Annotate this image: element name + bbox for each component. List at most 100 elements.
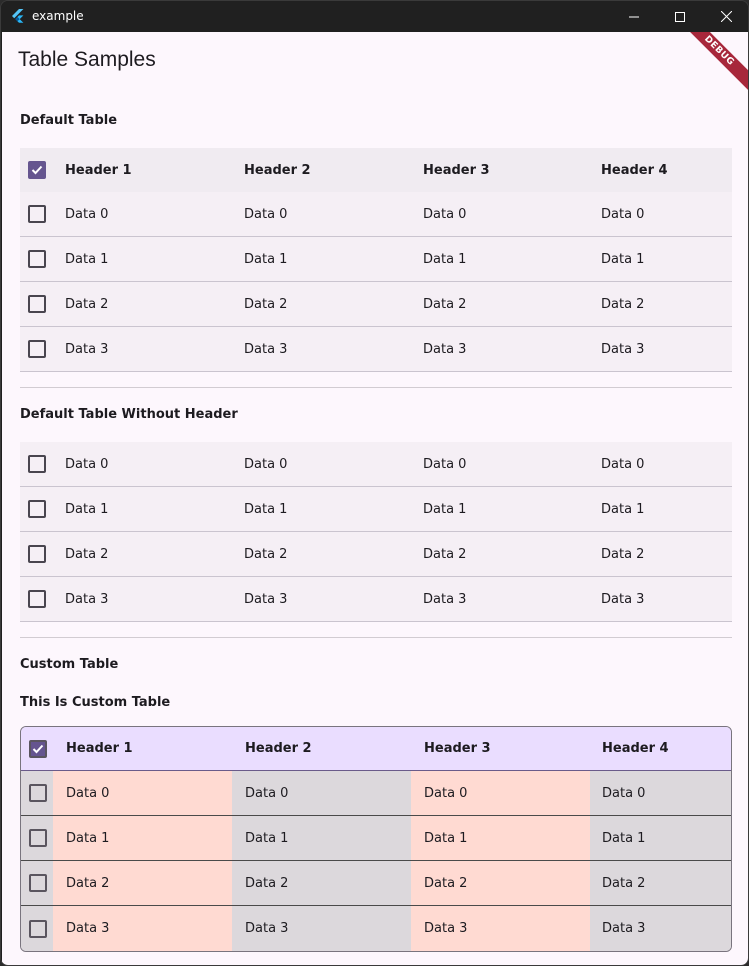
table-cell: Data 1 (423, 251, 467, 267)
row-checkbox[interactable] (29, 919, 47, 938)
table-cell: Data 0 (244, 456, 288, 472)
table-row[interactable]: Data 0 Data 0 Data 0 Data 0 (20, 192, 732, 237)
table-cell: Data 2 (244, 546, 288, 562)
table-cell: Data 1 (65, 501, 109, 517)
table-cell: Data 1 (65, 251, 109, 267)
app-window: example DEBUG Table Samples Default Tabl… (0, 0, 749, 966)
row-checkbox[interactable] (28, 295, 46, 313)
table-cell: Data 3 (601, 341, 645, 357)
table-cell: Data 1 (66, 830, 110, 846)
table-cell: Data 2 (65, 296, 109, 312)
table-row[interactable]: Data 2 Data 2 Data 2 Data 2 (21, 861, 731, 906)
table-cell: Data 2 (423, 296, 467, 312)
maximize-button[interactable] (657, 1, 703, 32)
no-header-table: Data 0 Data 0 Data 0 Data 0 Data 1 Data … (20, 442, 732, 622)
table-header-row: Header 1 Header 2 Header 3 Header 4 (21, 727, 731, 771)
row-checkbox[interactable] (28, 250, 46, 268)
select-all-checkbox[interactable] (28, 161, 46, 179)
column-header[interactable]: Header 1 (66, 727, 133, 770)
column-header[interactable]: Header 4 (601, 148, 668, 192)
table-cell: Data 3 (244, 341, 288, 357)
table-cell: Data 3 (602, 921, 646, 936)
row-checkbox[interactable] (29, 829, 47, 847)
app-content[interactable]: DEBUG Table Samples Default Table Header… (2, 32, 748, 965)
column-header[interactable]: Header 4 (602, 727, 669, 770)
table-cell: Data 0 (424, 785, 468, 801)
table-cell: Data 0 (602, 785, 646, 801)
table-cell: Data 0 (65, 206, 109, 222)
table-cell: Data 0 (423, 456, 467, 472)
table-cell: Data 3 (244, 591, 288, 607)
table-cell: Data 3 (601, 591, 645, 607)
table-row[interactable]: Data 3 Data 3 Data 3 Data 3 (20, 327, 732, 372)
table-cell: Data 1 (602, 830, 646, 846)
select-all-checkbox[interactable] (29, 739, 47, 758)
table-cell: Data 0 (601, 206, 645, 222)
table-cell: Data 0 (601, 456, 645, 472)
debug-banner: DEBUG (675, 32, 748, 95)
column-header[interactable]: Header 3 (423, 148, 490, 192)
row-checkbox[interactable] (28, 500, 46, 518)
custom-table: Header 1 Header 2 Header 3 Header 4 Data… (20, 726, 732, 952)
table-cell: Data 2 (601, 546, 645, 562)
check-icon (32, 744, 44, 753)
table-cell: Data 0 (423, 206, 467, 222)
table-cell: Data 1 (601, 251, 645, 267)
default-table: Header 1 Header 2 Header 3 Header 4 Data… (20, 148, 732, 372)
column-header[interactable]: Header 2 (245, 727, 312, 770)
table-cell: Data 2 (423, 546, 467, 562)
table-row[interactable]: Data 2 Data 2 Data 2 Data 2 (20, 282, 732, 327)
table-row[interactable]: Data 0 Data 0 Data 0 Data 0 (20, 442, 732, 487)
table-row[interactable]: Data 1 Data 1 Data 1 Data 1 (21, 816, 731, 861)
row-checkbox[interactable] (28, 590, 46, 608)
section-divider (20, 387, 732, 388)
table-cell: Data 0 (245, 785, 289, 801)
table-row[interactable]: Data 3 Data 3 Data 3 Data 3 (20, 577, 732, 622)
default-table-title: Default Table (20, 113, 118, 128)
row-checkbox[interactable] (28, 340, 46, 358)
table-cell: Data 3 (424, 921, 468, 936)
table-cell: Data 3 (423, 591, 467, 607)
window-title: example (32, 9, 84, 23)
row-checkbox[interactable] (29, 784, 47, 802)
custom-table-caption: This Is Custom Table (20, 695, 171, 710)
check-icon (31, 165, 43, 175)
table-cell: Data 2 (601, 296, 645, 312)
debug-label: DEBUG (702, 34, 736, 68)
table-cell: Data 3 (66, 921, 110, 936)
close-button[interactable] (703, 1, 748, 32)
table-cell: Data 0 (244, 206, 288, 222)
table-header-row: Header 1 Header 2 Header 3 Header 4 (20, 148, 732, 192)
row-checkbox[interactable] (28, 545, 46, 563)
table-row[interactable]: Data 0 Data 0 Data 0 Data 0 (21, 771, 731, 816)
table-row[interactable]: Data 1 Data 1 Data 1 Data 1 (20, 237, 732, 282)
table-cell: Data 2 (66, 875, 110, 891)
section-divider (20, 637, 732, 638)
table-cell: Data 0 (65, 456, 109, 472)
title-bar[interactable]: example (1, 1, 748, 32)
column-header[interactable]: Header 1 (65, 148, 132, 192)
page-title: Table Samples (18, 48, 156, 71)
no-header-table-title: Default Table Without Header (20, 407, 238, 422)
table-cell: Data 1 (244, 501, 288, 517)
table-cell: Data 2 (65, 546, 109, 562)
table-row[interactable]: Data 1 Data 1 Data 1 Data 1 (20, 487, 732, 532)
table-cell: Data 2 (245, 875, 289, 891)
row-checkbox[interactable] (28, 455, 46, 473)
table-cell: Data 1 (423, 501, 467, 517)
table-cell: Data 3 (65, 591, 109, 607)
flutter-logo-icon (12, 9, 24, 23)
table-cell: Data 2 (602, 875, 646, 891)
table-cell: Data 0 (66, 785, 110, 801)
column-header[interactable]: Header 3 (424, 727, 491, 770)
custom-table-title: Custom Table (20, 657, 119, 672)
table-cell: Data 1 (424, 830, 468, 846)
table-cell: Data 3 (245, 921, 289, 936)
table-cell: Data 1 (245, 830, 289, 846)
minimize-button[interactable] (611, 1, 657, 32)
table-row[interactable]: Data 2 Data 2 Data 2 Data 2 (20, 532, 732, 577)
table-row[interactable]: Data 3 Data 3 Data 3 Data 3 (21, 906, 731, 951)
column-header[interactable]: Header 2 (244, 148, 311, 192)
row-checkbox[interactable] (29, 874, 47, 892)
row-checkbox[interactable] (28, 205, 46, 223)
